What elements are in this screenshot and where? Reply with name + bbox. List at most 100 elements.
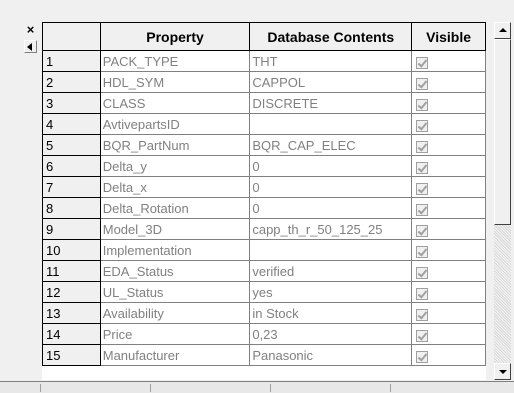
scroll-divider: [270, 384, 271, 392]
checkbox-icon[interactable]: [416, 56, 429, 69]
header-property[interactable]: Property: [99, 22, 251, 51]
table-row[interactable]: 15 Manufacturer Panasonic: [42, 344, 486, 366]
property-cell[interactable]: Availability: [99, 302, 251, 324]
row-number[interactable]: 14: [42, 323, 101, 345]
property-cell[interactable]: BQR_PartNum: [99, 134, 251, 156]
contents-cell[interactable]: 0: [249, 155, 413, 177]
property-cell[interactable]: Price: [99, 323, 251, 345]
checkbox-icon[interactable]: [416, 182, 429, 195]
property-cell[interactable]: Delta_Rotation: [99, 197, 251, 219]
row-number[interactable]: 5: [42, 134, 101, 156]
contents-cell[interactable]: [249, 113, 413, 135]
header-row-number[interactable]: [42, 22, 101, 51]
contents-cell[interactable]: [249, 239, 413, 261]
checkbox-icon[interactable]: [416, 266, 429, 279]
table-row[interactable]: 5 BQR_PartNum BQR_CAP_ELEC: [42, 134, 486, 156]
row-number[interactable]: 4: [42, 113, 101, 135]
checkbox-icon[interactable]: [416, 245, 429, 258]
checkbox-icon[interactable]: [416, 224, 429, 237]
row-number[interactable]: 15: [42, 344, 101, 366]
checkbox-icon[interactable]: [416, 308, 429, 321]
header-database-contents[interactable]: Database Contents: [249, 22, 413, 51]
visible-cell: [411, 281, 486, 303]
contents-cell[interactable]: DISCRETE: [249, 92, 413, 114]
visible-cell: [411, 71, 486, 93]
table-row[interactable]: 14 Price 0,23: [42, 323, 486, 345]
checkbox-icon[interactable]: [416, 140, 429, 153]
property-cell[interactable]: AvtivepartsID: [99, 113, 251, 135]
table-row[interactable]: 8 Delta_Rotation 0: [42, 197, 486, 219]
table-row[interactable]: 2 HDL_SYM CAPPOL: [42, 71, 486, 93]
row-number[interactable]: 6: [42, 155, 101, 177]
row-number[interactable]: 9: [42, 218, 101, 240]
property-cell[interactable]: Implementation: [99, 239, 251, 261]
row-number[interactable]: 1: [42, 50, 101, 72]
table-row[interactable]: 6 Delta_y 0: [42, 155, 486, 177]
row-number[interactable]: 12: [42, 281, 101, 303]
checkbox-icon[interactable]: [416, 329, 429, 342]
table-row[interactable]: 1 PACK_TYPE THT: [42, 50, 486, 72]
property-cell[interactable]: Delta_y: [99, 155, 251, 177]
contents-cell[interactable]: Panasonic: [249, 344, 413, 366]
scroll-divider: [40, 384, 41, 392]
row-number[interactable]: 2: [42, 71, 101, 93]
row-number[interactable]: 3: [42, 92, 101, 114]
table-row[interactable]: 3 CLASS DISCRETE: [42, 92, 486, 114]
property-cell[interactable]: CLASS: [99, 92, 251, 114]
horizontal-scrollbar[interactable]: [0, 381, 514, 393]
table-row[interactable]: 7 Delta_x 0: [42, 176, 486, 198]
row-number[interactable]: 11: [42, 260, 101, 282]
contents-cell[interactable]: yes: [249, 281, 413, 303]
row-number[interactable]: 7: [42, 176, 101, 198]
contents-cell[interactable]: CAPPOL: [249, 71, 413, 93]
properties-grid: Property Database Contents Visible 1 PACK…: [42, 22, 486, 380]
scroll-thumb[interactable]: [494, 39, 511, 225]
pin-arrow-icon: [27, 43, 32, 51]
checkbox-icon[interactable]: [416, 161, 429, 174]
table-row[interactable]: 12 UL_Status yes: [42, 281, 486, 303]
contents-cell[interactable]: in Stock: [249, 302, 413, 324]
checkbox-icon[interactable]: [416, 203, 429, 216]
table-row[interactable]: 9 Model_3D capp_th_r_50_125_25: [42, 218, 486, 240]
vertical-scrollbar[interactable]: [494, 22, 511, 380]
visible-cell: [411, 344, 486, 366]
contents-cell[interactable]: 0,23: [249, 323, 413, 345]
property-cell[interactable]: Manufacturer: [99, 344, 251, 366]
visible-cell: [411, 260, 486, 282]
contents-cell[interactable]: BQR_CAP_ELEC: [249, 134, 413, 156]
contents-cell[interactable]: THT: [249, 50, 413, 72]
checkbox-icon[interactable]: [416, 77, 429, 90]
visible-cell: [411, 134, 486, 156]
visible-cell: [411, 50, 486, 72]
row-number[interactable]: 8: [42, 197, 101, 219]
checkbox-icon[interactable]: [416, 98, 429, 111]
scroll-up-button[interactable]: [494, 22, 511, 39]
property-cell[interactable]: EDA_Status: [99, 260, 251, 282]
scroll-down-button[interactable]: [494, 363, 511, 380]
contents-cell[interactable]: capp_th_r_50_125_25: [249, 218, 413, 240]
property-cell[interactable]: UL_Status: [99, 281, 251, 303]
visible-cell: [411, 176, 486, 198]
table-row[interactable]: 10 Implementation: [42, 239, 486, 261]
checkbox-icon[interactable]: [416, 350, 429, 363]
close-icon[interactable]: ×: [24, 23, 37, 37]
contents-cell[interactable]: 0: [249, 176, 413, 198]
contents-cell[interactable]: 0: [249, 197, 413, 219]
visible-cell: [411, 239, 486, 261]
row-number[interactable]: 13: [42, 302, 101, 324]
visible-cell: [411, 302, 486, 324]
contents-cell[interactable]: verified: [249, 260, 413, 282]
row-number[interactable]: 10: [42, 239, 101, 261]
table-row[interactable]: 11 EDA_Status verified: [42, 260, 486, 282]
table-row[interactable]: 13 Availability in Stock: [42, 302, 486, 324]
pin-icon[interactable]: [24, 40, 37, 53]
property-cell[interactable]: Model_3D: [99, 218, 251, 240]
property-cell[interactable]: Delta_x: [99, 176, 251, 198]
arrow-down-icon: [499, 370, 507, 374]
property-cell[interactable]: PACK_TYPE: [99, 50, 251, 72]
property-cell[interactable]: HDL_SYM: [99, 71, 251, 93]
header-visible[interactable]: Visible: [411, 22, 486, 51]
checkbox-icon[interactable]: [416, 119, 429, 132]
table-row[interactable]: 4 AvtivepartsID: [42, 113, 486, 135]
checkbox-icon[interactable]: [416, 287, 429, 300]
